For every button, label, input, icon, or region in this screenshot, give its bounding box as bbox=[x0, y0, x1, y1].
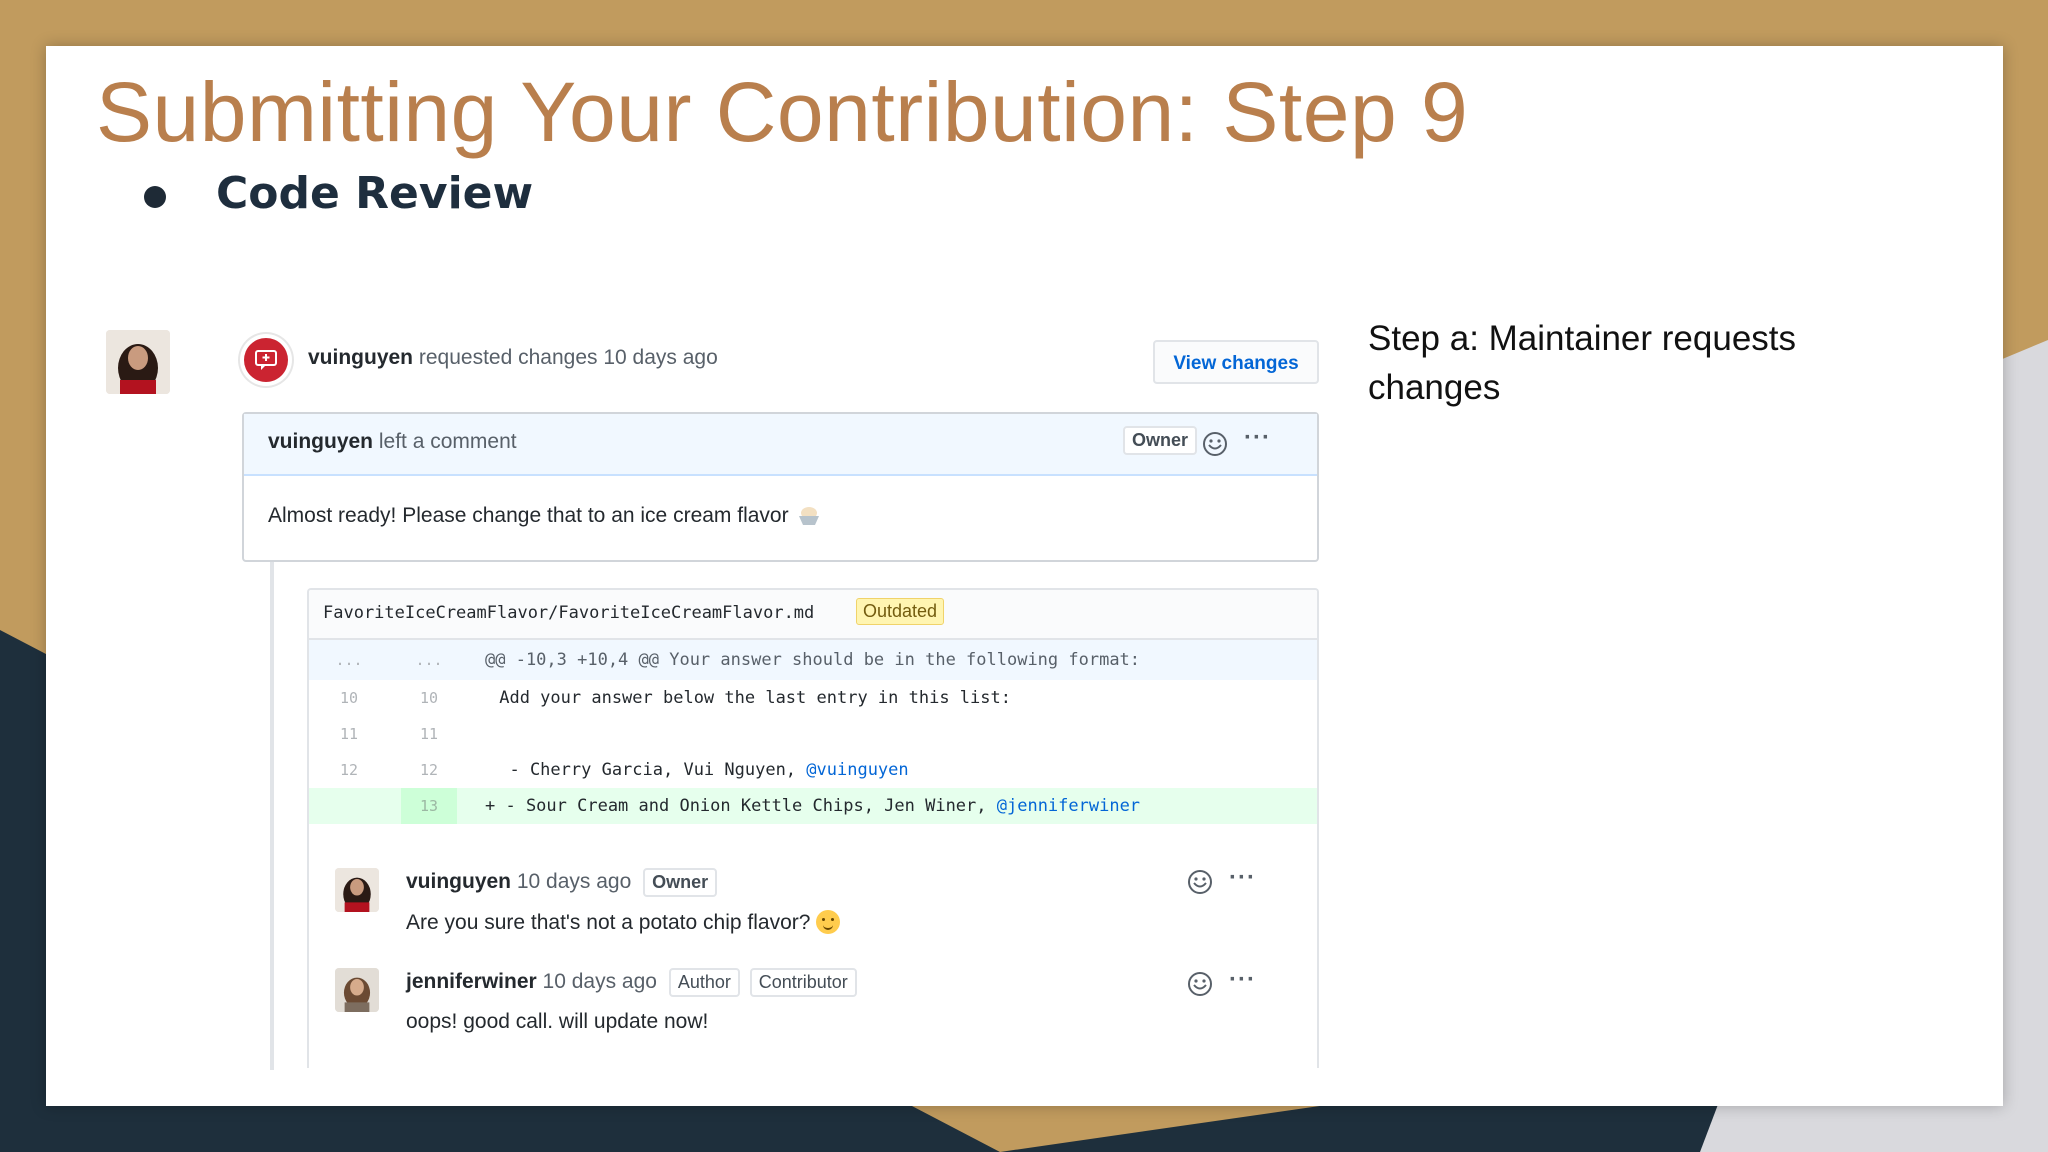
ice-cream-bowl-icon bbox=[798, 507, 819, 525]
view-changes-button[interactable]: View changes bbox=[1153, 340, 1319, 384]
owner-label: Owner bbox=[1123, 426, 1198, 455]
comment-text: Almost ready! Please change that to an i… bbox=[268, 504, 789, 527]
diff-line: 10 10 Add your answer below the last ent… bbox=[309, 680, 1317, 716]
user-mention[interactable]: @jenniferwiner bbox=[997, 796, 1140, 816]
ellipsis-icon[interactable]: ··· bbox=[1229, 968, 1256, 992]
author-label: Author bbox=[668, 968, 740, 997]
bullet-text: Code Review bbox=[216, 168, 534, 219]
diff-line: 12 12 - Cherry Garcia, Vui Nguyen, @vuin… bbox=[309, 752, 1317, 788]
line-number[interactable]: 13 bbox=[401, 788, 457, 824]
reply-meta: vuinguyen 10 days ago Owner bbox=[406, 868, 718, 897]
ellipsis-icon[interactable]: ··· bbox=[1244, 426, 1271, 450]
slide: Submitting Your Contribution: Step 9 Cod… bbox=[46, 46, 2003, 1106]
reply-author[interactable]: vuinguyen bbox=[406, 870, 511, 893]
line-number[interactable]: 11 bbox=[401, 716, 457, 752]
diff-hunk: ... ... @@ -10,3 +10,4 @@ Your answer sh… bbox=[309, 640, 1317, 824]
reply-meta: jenniferwiner 10 days ago Author Contrib… bbox=[406, 968, 857, 997]
line-number[interactable]: 12 bbox=[321, 752, 377, 788]
request-changes-icon bbox=[244, 338, 288, 382]
comment-action: left a comment bbox=[378, 430, 517, 453]
diff-code-text: + - Sour Cream and Onion Kettle Chips, J… bbox=[485, 796, 997, 816]
review-event-line: vuinguyen requested changes 10 days ago bbox=[308, 346, 718, 370]
avatar[interactable] bbox=[106, 330, 170, 394]
reply-body: Are you sure that's not a potato chip fl… bbox=[406, 910, 841, 935]
line-number[interactable]: 11 bbox=[321, 716, 377, 752]
line-number[interactable]: 10 bbox=[401, 680, 457, 716]
ellipsis-icon[interactable]: ··· bbox=[1229, 866, 1256, 890]
diff-code: Add your answer below the last entry in … bbox=[489, 688, 1011, 708]
grinning-emoji-icon bbox=[816, 910, 841, 934]
diff-line: 11 11 bbox=[309, 716, 1317, 752]
reply-time[interactable]: 10 days ago bbox=[517, 870, 631, 893]
reply-text: Are you sure that's not a potato chip fl… bbox=[406, 911, 811, 934]
avatar[interactable] bbox=[335, 968, 379, 1012]
slide-title: Submitting Your Contribution: Step 9 bbox=[96, 65, 1469, 159]
contributor-label: Contributor bbox=[749, 968, 857, 997]
file-path[interactable]: FavoriteIceCreamFlavor/FavoriteIceCreamF… bbox=[323, 603, 814, 623]
diff-code: @@ -10,3 +10,4 @@ Your answer should be … bbox=[485, 650, 1141, 670]
reply-body: oops! good call. will update now! bbox=[406, 1010, 709, 1033]
expand-up-button[interactable]: ... bbox=[321, 640, 377, 680]
top-comment: vuinguyen left a comment Owner ··· Almos… bbox=[242, 412, 1319, 562]
owner-label: Owner bbox=[643, 868, 718, 897]
diff-hunk-header: ... ... @@ -10,3 +10,4 @@ Your answer sh… bbox=[309, 640, 1317, 680]
user-mention[interactable]: @vuinguyen bbox=[806, 760, 908, 780]
line-number[interactable]: 10 bbox=[321, 680, 377, 716]
smiley-reaction-icon[interactable] bbox=[1202, 431, 1228, 457]
reply-author[interactable]: jenniferwiner bbox=[406, 970, 537, 993]
diff-code-text: - Cherry Garcia, Vui Nguyen, bbox=[489, 760, 807, 780]
step-description: Step a: Maintainer requests changes bbox=[1368, 319, 1797, 407]
smiley-reaction-icon[interactable] bbox=[1187, 971, 1213, 997]
review-reply: jenniferwiner 10 days ago Author Contrib… bbox=[309, 954, 1317, 1054]
event-user[interactable]: vuinguyen bbox=[308, 346, 413, 369]
expand-down-button[interactable]: ... bbox=[401, 640, 457, 680]
thread-connector bbox=[270, 562, 274, 1070]
avatar[interactable] bbox=[335, 868, 379, 912]
review-reply: vuinguyen 10 days ago Owner Are you sure… bbox=[309, 852, 1317, 952]
comment-header: vuinguyen left a comment Owner ··· bbox=[244, 414, 1317, 476]
smiley-reaction-icon[interactable] bbox=[1187, 869, 1213, 895]
bullet-marker bbox=[144, 186, 166, 208]
reply-time[interactable]: 10 days ago bbox=[543, 970, 657, 993]
diff-code: - Cherry Garcia, Vui Nguyen, @vuinguyen bbox=[489, 752, 908, 788]
comment-body: Almost ready! Please change that to an i… bbox=[268, 504, 821, 528]
file-header: FavoriteIceCreamFlavor/FavoriteIceCreamF… bbox=[309, 590, 1317, 640]
outdated-badge: Outdated bbox=[856, 598, 945, 625]
diff-code: + - Sour Cream and Onion Kettle Chips, J… bbox=[485, 788, 1140, 824]
diff-added-line: 13 + - Sour Cream and Onion Kettle Chips… bbox=[309, 788, 1317, 824]
github-review-screenshot: vuinguyen requested changes 10 days ago … bbox=[106, 282, 1336, 1082]
comment-author[interactable]: vuinguyen bbox=[268, 430, 373, 453]
line-number[interactable]: 12 bbox=[401, 752, 457, 788]
review-thread: FavoriteIceCreamFlavor/FavoriteIceCreamF… bbox=[307, 588, 1319, 1068]
event-action: requested changes 10 days ago bbox=[418, 346, 718, 369]
